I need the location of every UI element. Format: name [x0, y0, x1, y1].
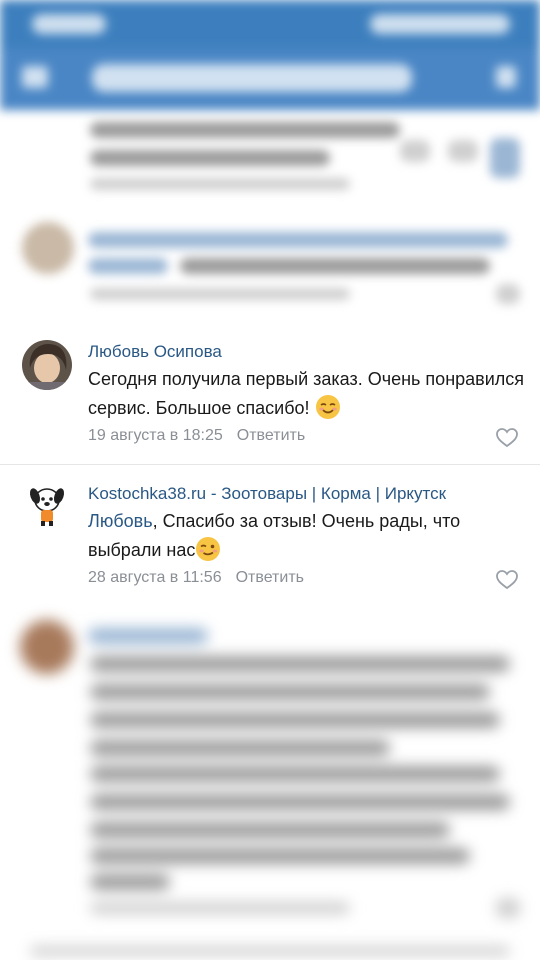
comment-meta: 19 августа в 18:25 Ответить [88, 427, 305, 445]
user-photo-icon [22, 340, 72, 390]
comment-date: 28 августа в 11:56 [88, 569, 222, 586]
reply-link[interactable]: Ответить [236, 569, 304, 586]
comment-author[interactable]: Любовь Осипова [88, 342, 222, 362]
smiling-face-icon [315, 395, 340, 419]
comment-date: 19 августа в 18:25 [88, 427, 223, 444]
winking-face-icon [196, 537, 221, 561]
comment-item: Kostochka38.ru - Зоотовары | Корма | Ирк… [0, 478, 540, 608]
comment-author[interactable]: Kostochka38.ru - Зоотовары | Корма | Ирк… [88, 484, 446, 504]
comment-meta: 28 августа в 11:56 Ответить [88, 569, 304, 587]
comment-body: Сегодня получила первый заказ. Очень пон… [88, 369, 525, 418]
comment-item: Любовь Осипова Сегодня получила первый з… [0, 336, 540, 464]
mention-link[interactable]: Любовь [88, 511, 153, 531]
avatar[interactable] [22, 480, 72, 530]
comment-text: Любовь, Спасибо за отзыв! Очень рады, чт… [88, 507, 528, 565]
avatar[interactable] [22, 340, 72, 390]
reply-link[interactable]: Ответить [237, 427, 305, 444]
app-header [0, 0, 540, 118]
divider [0, 464, 540, 465]
dog-logo-icon [22, 480, 72, 530]
like-heart-icon[interactable] [496, 570, 518, 590]
comment-text: Сегодня получила первый заказ. Очень пон… [88, 365, 528, 423]
like-heart-icon[interactable] [496, 428, 518, 448]
